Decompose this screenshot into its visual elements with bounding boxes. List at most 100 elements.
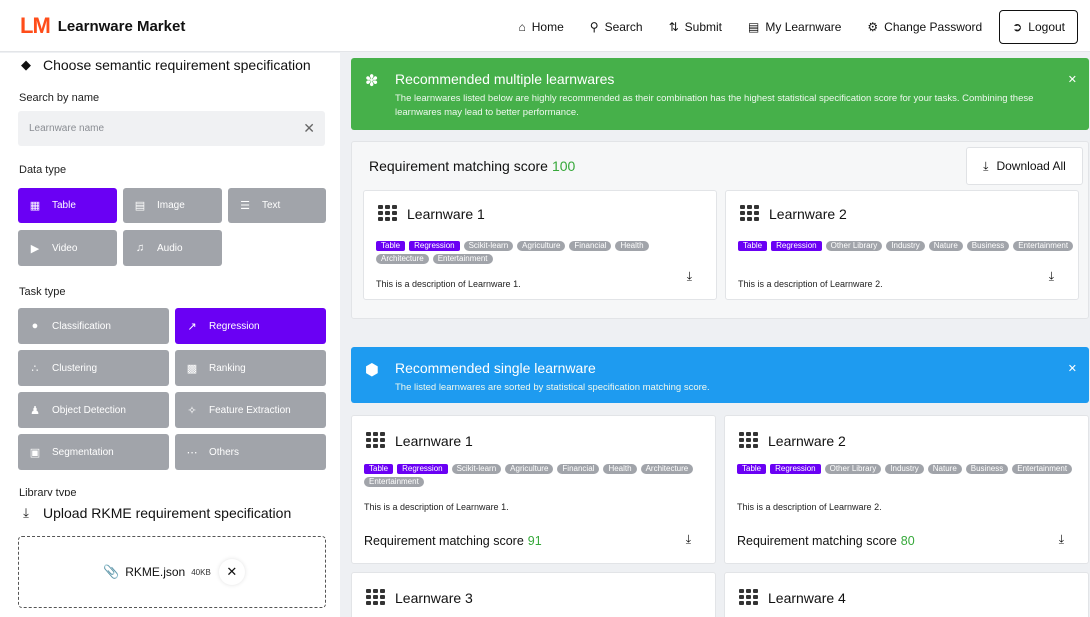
single-card-3[interactable]: Learnware 3 — [351, 572, 716, 617]
card-description: This is a description of Learnware 1. — [376, 279, 521, 289]
single-alert-description: The listed learnwares are sorted by stat… — [395, 382, 710, 393]
nav-submit-label: Submit — [684, 20, 723, 34]
tag-icon: ◆ — [21, 57, 31, 72]
chip-object-detection[interactable]: ♟ Object Detection — [18, 392, 169, 428]
clear-search-icon[interactable]: ✕ — [303, 120, 315, 137]
card-title-text: Learnware 2 — [768, 433, 846, 449]
data-type-label: Data type — [19, 164, 67, 176]
card-description: This is a description of Learnware 2. — [738, 279, 883, 289]
tag: Scikit-learn — [463, 241, 514, 251]
user-key-icon: ⚙ — [867, 20, 879, 34]
tag: Architecture — [640, 464, 694, 474]
multi-score-label: Requirement matching score — [369, 158, 548, 174]
download-icon[interactable]: ⤓ — [1059, 532, 1064, 547]
card-title: Learnware 3 — [366, 589, 473, 607]
more-icon: ⋯ — [186, 446, 198, 459]
chip-object-detection-label: Object Detection — [52, 404, 126, 416]
close-icon: ✕ — [226, 564, 238, 579]
logout-label: Logout — [1028, 20, 1065, 34]
table-icon: ▦ — [29, 200, 41, 212]
card-tags: Table Regression Other Library Industry … — [737, 464, 1082, 474]
card-title-text: Learnware 4 — [768, 590, 846, 606]
chip-text[interactable]: ☰ Text — [228, 188, 326, 223]
chip-feature-extraction[interactable]: ✧ Feature Extraction — [175, 392, 326, 428]
card-tags: Table Regression Scikit-learn Agricultur… — [364, 464, 709, 487]
chip-video[interactable]: ▶ Video — [18, 230, 117, 266]
ranking-icon: ▩ — [186, 362, 198, 375]
video-icon: ▶ — [30, 242, 40, 255]
download-all-button[interactable]: ⤓ Download All — [966, 147, 1083, 185]
learnware-grid-icon — [739, 589, 759, 607]
close-icon[interactable]: ✕ — [1068, 73, 1077, 86]
multi-card-1[interactable]: Learnware 1 Table Regression Scikit-lear… — [363, 190, 717, 300]
tag: Business — [965, 464, 1009, 474]
card-description: This is a description of Learnware 2. — [737, 502, 882, 512]
learnware-grid-icon — [739, 432, 759, 450]
chip-clustering-label: Clustering — [52, 362, 98, 374]
single-recommend-alert: ⬢ Recommended single learnware The liste… — [351, 347, 1089, 403]
tag: Table — [738, 241, 768, 251]
chip-audio[interactable]: ♫ Audio — [123, 230, 222, 266]
learnware-grid-icon — [366, 432, 386, 450]
multi-alert-title: Recommended multiple learnwares — [395, 71, 615, 87]
chip-video-label: Video — [52, 242, 78, 254]
card-tags: Table Regression Other Library Industry … — [738, 241, 1078, 251]
close-icon[interactable]: ✕ — [1068, 362, 1077, 375]
hexagon-icon: ⬢ — [365, 362, 379, 379]
nav-home[interactable]: ⌂ Home — [506, 10, 577, 44]
card-tags: Table Regression Scikit-learn Agricultur… — [376, 241, 676, 264]
download-icon[interactable]: ⤓ — [686, 532, 691, 547]
uploaded-file: 📎 RKME.json 40KB ✕ — [103, 559, 245, 585]
multi-score-value: 100 — [551, 158, 576, 174]
upload-title-text: Upload RKME requirement specification — [43, 505, 292, 521]
search-icon: ⚲ — [589, 20, 599, 34]
tag: Nature — [928, 241, 963, 251]
download-icon[interactable]: ⤓ — [687, 269, 692, 284]
tag: Table — [376, 241, 406, 251]
sidebar: ◆ Choose semantic requirement specificat… — [0, 53, 340, 617]
tag: Health — [603, 464, 637, 474]
file-name: RKME.json — [125, 565, 186, 579]
chip-regression-label: Regression — [209, 320, 260, 332]
chip-segmentation[interactable]: ▣ Segmentation — [18, 434, 169, 470]
chip-ranking[interactable]: ▩ Ranking — [175, 350, 326, 386]
card-description: This is a description of Learnware 1. — [364, 502, 509, 512]
image-icon: ▤ — [134, 200, 146, 212]
task-type-label: Task type — [19, 286, 66, 298]
single-card-1[interactable]: Learnware 1 Table Regression Scikit-lear… — [351, 415, 716, 564]
single-card-4[interactable]: Learnware 4 — [724, 572, 1089, 617]
nav-search[interactable]: ⚲ Search — [577, 10, 656, 44]
chip-table[interactable]: ▦ Table — [18, 188, 117, 223]
nav-change-password[interactable]: ⚙ Change Password — [854, 10, 995, 44]
semantic-spec-title: ◆ Choose semantic requirement specificat… — [18, 57, 311, 73]
card-title: Learnware 4 — [739, 589, 846, 607]
chip-image[interactable]: ▤ Image — [123, 188, 222, 223]
tag: Financial — [557, 464, 600, 474]
card-score-value: 91 — [527, 534, 542, 548]
chip-segmentation-label: Segmentation — [52, 446, 114, 458]
card-score: Requirement matching score 91 — [364, 534, 542, 548]
upload-title: ⤓ Upload RKME requirement specification — [18, 505, 291, 521]
nav-submit[interactable]: ⇅ Submit — [656, 10, 735, 44]
chip-others[interactable]: ⋯ Others — [175, 434, 326, 470]
nav-change-password-label: Change Password — [884, 20, 983, 34]
audio-icon: ♫ — [135, 242, 145, 254]
chip-regression[interactable]: ↗ Regression — [175, 308, 326, 344]
rkme-dropzone[interactable]: 📎 RKME.json 40KB ✕ — [18, 536, 326, 608]
logout-icon: ➲ — [1012, 20, 1023, 34]
multi-card-2[interactable]: Learnware 2 Table Regression Other Libra… — [725, 190, 1079, 300]
logout-button[interactable]: ➲ Logout — [999, 10, 1078, 44]
learnware-name-input[interactable] — [18, 111, 278, 146]
card-score-label: Requirement matching score — [737, 534, 897, 548]
single-card-2[interactable]: Learnware 2 Table Regression Other Libra… — [724, 415, 1089, 564]
chip-classification[interactable]: ● Classification — [18, 308, 169, 344]
remove-file-button[interactable]: ✕ — [218, 559, 245, 585]
tag: Other Library — [825, 241, 883, 251]
card-title-text: Learnware 2 — [769, 206, 847, 222]
logo[interactable]: LM Learnware Market — [20, 14, 185, 38]
chip-clustering[interactable]: ∴ Clustering — [18, 350, 169, 386]
download-icon[interactable]: ⤓ — [1049, 269, 1054, 284]
text-icon: ☰ — [240, 200, 250, 212]
paperclip-icon: 📎 — [103, 564, 120, 579]
nav-my-learnware[interactable]: ▤ My Learnware — [735, 10, 854, 44]
